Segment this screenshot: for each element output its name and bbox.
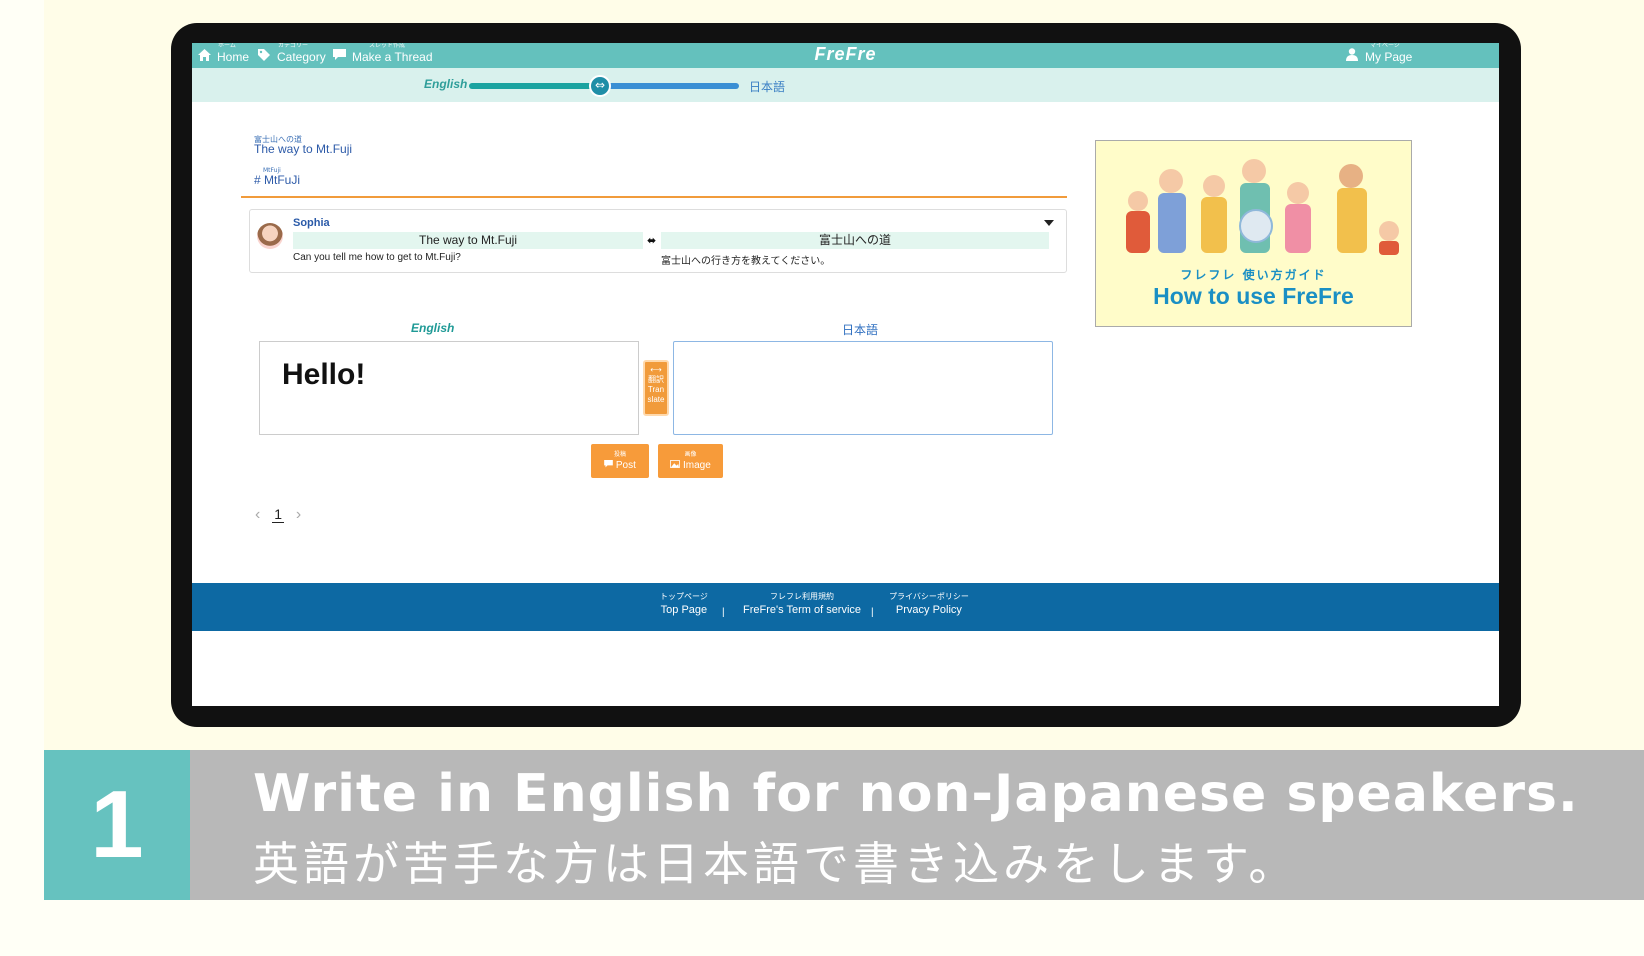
post-body-english: Can you tell me how to get to Mt.Fuji? (293, 252, 461, 263)
image-icon (670, 460, 681, 468)
pagination: ‹ 1 › (255, 506, 309, 524)
japanese-textarea[interactable] (673, 341, 1053, 435)
footer-link-ruby: フレフレ利用規約 (770, 592, 835, 601)
caption-english: Write in English for non-Japanese speake… (253, 764, 1579, 824)
pager-page-1[interactable]: 1 (272, 506, 285, 523)
translate-label-line2: slate (647, 395, 665, 404)
nav-my-page-label: My Page (1365, 50, 1413, 64)
banner-title: How to use FreFre (1153, 283, 1354, 309)
post-button-content: Post (591, 460, 649, 471)
language-slider-knob[interactable]: ⇔ (589, 75, 611, 97)
lang-english-label[interactable]: English (424, 77, 467, 91)
how-to-use-banner[interactable]: フレフレ 使い方ガイド How to use FreFre (1095, 140, 1412, 327)
post-button-ruby: 投稿 (613, 452, 626, 458)
post-username[interactable]: Sophia (293, 217, 330, 229)
english-textarea[interactable]: Hello! (259, 341, 639, 435)
caption-japanese: 英語が苦手な方は日本語で書き込みをします。 (253, 837, 1299, 891)
image-button[interactable]: 画像 Image (658, 444, 723, 478)
lang-japanese-label[interactable]: 日本語 (749, 78, 785, 95)
post-button[interactable]: 投稿 Post (591, 444, 649, 478)
pager-next-icon[interactable]: › (296, 506, 301, 524)
footer-link-label: FreFre's Term of service (743, 604, 862, 616)
user-icon (1346, 48, 1360, 64)
browser-screen: ホーム Home カテゴリー Category スレッド作成 Make a Th… (192, 43, 1499, 706)
editor-label-japanese: 日本語 (842, 323, 879, 337)
footer-link-label: Top Page (660, 604, 708, 616)
tutorial-slide: { "nav": { "home": {"ruby": "ホーム", "labe… (0, 0, 1644, 956)
swap-arrow-icon: ⟷ (650, 365, 662, 374)
post-button-label: Post (615, 460, 636, 471)
translate-ruby: 翻訳 (648, 375, 664, 384)
avatar[interactable] (257, 223, 283, 249)
footer-link-privacy[interactable]: プライバシーポリシー Prvacy Policy (889, 591, 969, 616)
step-number-badge: 1 (44, 750, 190, 900)
top-navbar: ホーム Home カテゴリー Category スレッド作成 Make a Th… (192, 43, 1499, 68)
divider-line (241, 196, 1067, 198)
footer-link-terms[interactable]: フレフレ利用規約 FreFre's Term of service (743, 591, 861, 616)
nav-my-page[interactable]: マイページ My Page (1346, 43, 1412, 68)
bidirectional-arrow-icon: ⬌ (647, 234, 657, 247)
image-button-label: Image (682, 460, 711, 471)
thread-title[interactable]: The way to Mt.Fuji (254, 142, 352, 156)
footer-link-label: Prvacy Policy (895, 604, 962, 616)
footer-link-ruby: プライバシーポリシー (889, 592, 969, 601)
image-button-ruby: 画像 (684, 452, 697, 458)
caption-bar: Write in English for non-Japanese speake… (190, 750, 1644, 900)
translate-button[interactable]: ⟷ 翻訳 Tran slate (643, 360, 669, 416)
brand-logo[interactable]: FreFre (192, 43, 1499, 68)
pager-prev-icon[interactable]: ‹ (255, 506, 260, 524)
thread-tag[interactable]: # MtFuJi (254, 173, 300, 187)
footer-separator: | (871, 607, 874, 618)
translate-label-line1: Tran (647, 385, 665, 394)
dropdown-caret-icon[interactable] (1044, 220, 1054, 226)
language-bar: English ⇔ 日本語 (192, 68, 1499, 102)
comment-icon (604, 460, 613, 468)
footer-link-ruby: トップページ (660, 592, 708, 601)
nav-my-page-ruby: マイページ (1370, 43, 1400, 49)
post-title-english: The way to Mt.Fuji (293, 232, 643, 249)
editor-label-english: English (411, 321, 455, 335)
post-title-japanese: 富士山への道 (661, 232, 1049, 249)
banner-subtitle: フレフレ 使い方ガイド (1180, 268, 1327, 282)
site-footer: トップページ Top Page | フレフレ利用規約 FreFre's Term… (192, 583, 1499, 631)
footer-link-top-page[interactable]: トップページ Top Page (660, 591, 708, 616)
post-card: Sophia The way to Mt.Fuji ⬌ 富士山への道 Can y… (249, 209, 1067, 273)
family-illustration (1126, 159, 1399, 255)
post-body-japanese: 富士山への行き方を教えてください。 (661, 256, 831, 267)
image-button-content: Image (658, 460, 723, 471)
footer-separator: | (722, 607, 725, 618)
